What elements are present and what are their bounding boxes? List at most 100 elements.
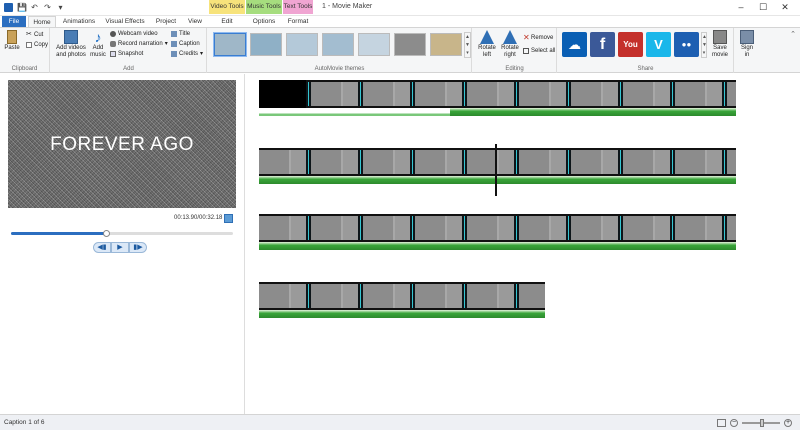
timecode: 00:13.90/00:32.18 <box>174 215 223 221</box>
title-label: Title <box>179 31 191 37</box>
tab-project[interactable]: Project <box>152 16 180 27</box>
context-music-tools: Music Tools <box>246 0 282 14</box>
title-button[interactable]: Title <box>171 30 190 38</box>
zoom-in-button[interactable]: + <box>784 419 792 427</box>
credits-label: Credits <box>179 51 199 57</box>
rotate-left-icon <box>480 30 494 44</box>
vimeo-icon[interactable]: V <box>646 32 671 57</box>
paste-button[interactable]: Paste <box>3 30 21 52</box>
title-icon <box>171 31 177 37</box>
play-button[interactable]: ▶ <box>111 242 129 253</box>
undo-icon[interactable]: ↶ <box>30 3 39 12</box>
theme-thumbnail[interactable] <box>214 33 246 56</box>
preview-pane: FOREVER AGO 00:13.90/00:32.18 ◀▮ ▶ ▮▶ <box>0 74 245 414</box>
save-movie-button[interactable]: Save movie <box>708 30 732 58</box>
next-frame-button[interactable]: ▮▶ <box>129 242 147 253</box>
tab-home[interactable]: Home <box>28 16 56 27</box>
copy-icon <box>26 42 32 48</box>
redo-icon[interactable]: ↷ <box>43 3 52 12</box>
tab-file[interactable]: File <box>2 16 26 27</box>
seek-progress <box>11 232 107 235</box>
rotate-left-label: Rotate <box>478 45 496 51</box>
rotate-right-label-2: right <box>504 51 516 58</box>
save-icon[interactable]: 💾 <box>17 3 27 12</box>
ribbon-tabs: File Home Animations Visual Effects Proj… <box>0 16 800 27</box>
copy-button[interactable]: Copy <box>26 41 48 49</box>
tab-view[interactable]: View <box>184 16 206 27</box>
video-frames <box>259 80 736 108</box>
tab-options[interactable]: Options <box>246 16 282 27</box>
remove-button[interactable]: ✕ Remove <box>523 34 553 42</box>
microphone-icon <box>110 41 116 47</box>
clip-row[interactable] <box>259 214 736 252</box>
cut-button[interactable]: ✂ Cut <box>26 31 43 39</box>
theme-thumbnail[interactable] <box>286 33 318 56</box>
themes-scroll[interactable]: ▲ ▼ ▾ <box>464 32 471 58</box>
share-scroll[interactable]: ▲ ▼ ▾ <box>701 32 707 58</box>
close-button[interactable]: ✕ <box>774 1 796 14</box>
clip-row[interactable] <box>259 282 545 320</box>
add-music-button[interactable]: ♪ Add music <box>88 30 108 58</box>
chevron-down-icon: ▾ <box>200 51 204 57</box>
theme-thumbnail[interactable] <box>358 33 390 56</box>
audio-waveform <box>259 108 450 116</box>
webcam-video-button[interactable]: Webcam video <box>110 30 158 38</box>
theme-thumbnail[interactable] <box>394 33 426 56</box>
storyboard-view-icon[interactable] <box>717 419 726 427</box>
window-title: 1 - Movie Maker <box>322 3 373 10</box>
help-icon[interactable]: ⌃ <box>790 30 796 38</box>
app-icon[interactable] <box>4 3 13 12</box>
minimize-button[interactable]: – <box>730 1 752 14</box>
facebook-icon[interactable]: f <box>590 32 615 57</box>
snapshot-label: Snapshot <box>118 51 144 57</box>
snapshot-icon <box>110 51 116 57</box>
rotate-right-label: Rotate <box>501 45 519 51</box>
tab-visual-effects[interactable]: Visual Effects <box>102 16 148 27</box>
caption-button[interactable]: Caption <box>171 40 200 48</box>
playhead[interactable] <box>495 144 497 196</box>
credits-button[interactable]: Credits ▾ <box>171 50 203 58</box>
fullscreen-icon[interactable] <box>224 214 233 223</box>
youtube-icon[interactable]: You <box>618 32 643 57</box>
zoom-control: − + <box>717 419 792 427</box>
caption-overlay: FOREVER AGO <box>50 134 194 155</box>
film-icon <box>64 30 78 44</box>
record-narration-button[interactable]: Record narration ▾ <box>110 40 168 48</box>
sign-in-button[interactable]: Sign in <box>737 30 757 58</box>
zoom-out-button[interactable]: − <box>730 419 738 427</box>
snapshot-button[interactable]: Snapshot <box>110 50 143 58</box>
seek-handle[interactable] <box>103 230 111 237</box>
group-editing: Rotate left Rotate right ✕ Remove Select… <box>473 28 557 73</box>
remove-icon: ✕ <box>523 33 530 42</box>
rotate-right-button[interactable]: Rotate right <box>499 30 521 58</box>
theme-thumbnail[interactable] <box>250 33 282 56</box>
video-frames <box>259 282 545 310</box>
tab-format[interactable]: Format <box>283 16 313 27</box>
save-movie-label-2: movie <box>711 51 728 58</box>
select-all-button[interactable]: Select all <box>523 47 555 55</box>
select-all-label: Select all <box>531 48 556 54</box>
group-label-editing: Editing <box>505 66 524 72</box>
clip-row[interactable] <box>259 80 736 118</box>
zoom-slider-handle[interactable] <box>760 419 764 427</box>
webcam-label: Webcam video <box>118 31 158 37</box>
previous-frame-button[interactable]: ◀▮ <box>93 242 111 253</box>
theme-thumbnail[interactable] <box>322 33 354 56</box>
tab-animations[interactable]: Animations <box>60 16 98 27</box>
clip-row[interactable] <box>259 148 736 186</box>
onedrive-icon[interactable]: ☁ <box>562 32 587 57</box>
seek-bar[interactable] <box>11 230 233 237</box>
tab-edit[interactable]: Edit <box>209 16 245 27</box>
maximize-button[interactable]: ☐ <box>752 1 774 14</box>
video-frames <box>259 214 736 242</box>
storyboard <box>246 74 800 414</box>
zoom-slider[interactable] <box>742 419 780 427</box>
customize-icon[interactable]: ▾ <box>56 3 65 12</box>
rotate-left-button[interactable]: Rotate left <box>476 30 498 58</box>
theme-thumbnail[interactable] <box>430 33 462 56</box>
add-videos-button[interactable]: Add videos and photos <box>55 30 87 58</box>
flickr-icon[interactable]: ●● <box>674 32 699 57</box>
add-videos-label: Add videos <box>56 45 86 51</box>
video-preview[interactable]: FOREVER AGO <box>8 80 236 208</box>
credits-icon <box>171 51 177 57</box>
